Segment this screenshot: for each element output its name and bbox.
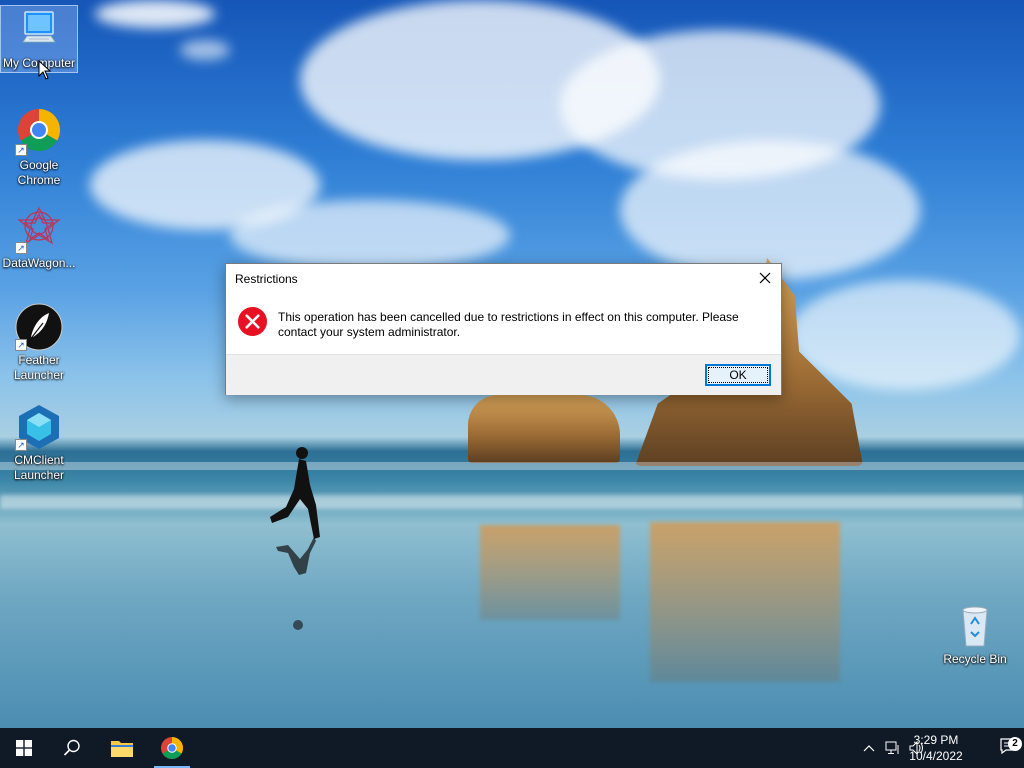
system-tray: 3:29 PM 10/4/2022 2 (824, 728, 1024, 768)
desktop-icon-label: Google Chrome (17, 158, 61, 187)
shortcut-arrow-icon: ↗ (15, 339, 27, 351)
dialog-body: This operation has been cancelled due to… (226, 294, 781, 354)
dialog-close-button[interactable] (749, 264, 781, 292)
folder-icon (111, 741, 133, 757)
windows-logo-icon (16, 740, 32, 756)
notification-count-badge: 2 (1008, 737, 1022, 751)
clock-time: 3:29 PM (913, 733, 959, 747)
clock[interactable]: 3:29 PM 10/4/2022 (904, 732, 968, 764)
desktop-icon-label: Recycle Bin (943, 652, 1007, 666)
desktop-icon-datawagon[interactable]: ↗ DataWagon... (1, 206, 77, 271)
desktop-icon-label: Feather Launcher (13, 353, 65, 382)
chrome-taskbar-button[interactable] (148, 728, 196, 768)
desktop-icon-google-chrome[interactable]: ↗ Google Chrome (1, 108, 77, 188)
network-icon (885, 741, 899, 754)
dialog-title: Restrictions (235, 272, 298, 286)
close-icon (759, 272, 771, 284)
desktop-icon-label: DataWagon... (2, 256, 76, 270)
show-hidden-icons-button[interactable] (858, 728, 880, 768)
search-button[interactable] (48, 728, 96, 768)
cmclient-icon: ↗ (15, 403, 63, 451)
error-icon (237, 306, 268, 337)
taskbar: 3:29 PM 10/4/2022 2 (0, 728, 1024, 768)
shortcut-arrow-icon: ↗ (15, 439, 27, 451)
desktop-icon-cmclient-launcher[interactable]: ↗ CMClient Launcher (1, 403, 77, 483)
network-button[interactable] (882, 728, 904, 768)
file-explorer-button[interactable] (98, 728, 146, 768)
dialog-footer: OK (226, 354, 781, 395)
ok-button[interactable]: OK (705, 364, 771, 386)
chrome-icon (161, 737, 183, 759)
recycle-bin-icon (951, 602, 999, 650)
datawagon-icon: ↗ (15, 206, 63, 254)
shortcut-arrow-icon: ↗ (15, 144, 27, 156)
monitor-icon (15, 6, 63, 54)
chrome-icon: ↗ (15, 108, 63, 156)
feather-icon: ↗ (15, 303, 63, 351)
shortcut-arrow-icon: ↗ (15, 242, 27, 254)
search-icon (63, 739, 80, 756)
restrictions-dialog: Restrictions This operation has been can… (225, 263, 782, 395)
chevron-up-icon (863, 745, 875, 752)
desktop-icon-recycle-bin[interactable]: Recycle Bin (937, 602, 1013, 667)
start-button[interactable] (0, 728, 48, 768)
dialog-message: This operation has been cancelled due to… (278, 310, 739, 339)
clock-date: 10/4/2022 (909, 749, 963, 763)
desktop-icon-feather-launcher[interactable]: ↗ Feather Launcher (1, 303, 77, 383)
mouse-cursor-icon (38, 60, 52, 80)
runner-silhouette (270, 447, 320, 630)
desktop-icon-label: CMClient Launcher (13, 453, 65, 482)
action-center-button[interactable]: 2 (996, 728, 1024, 768)
